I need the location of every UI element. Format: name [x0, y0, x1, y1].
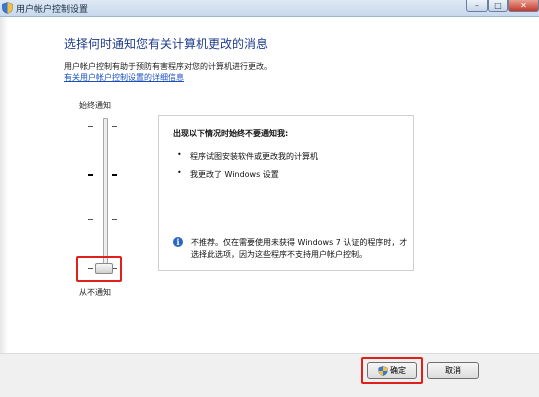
bullet-item: 我更改了 Windows 设置 [190, 170, 279, 179]
ok-highlight-box [361, 357, 423, 384]
cancel-button[interactable]: 取消 [427, 362, 479, 379]
warning-note: 不推荐。仅在需要使用未获得 Windows 7 认证的程序时，才选择此选项，因为… [191, 238, 408, 259]
slider-tick [88, 219, 93, 220]
uac-shield-icon [2, 2, 13, 14]
slider-top-label: 始终通知 [79, 101, 111, 110]
info-icon: i [173, 237, 183, 247]
level-description-panel: 出现以下情况时始终不要通知我: • 程序试图安装软件或更改我的计算机 • 我更改… [158, 115, 414, 271]
bullet-item: 程序试图安装软件或更改我的计算机 [190, 152, 318, 161]
bullet-dot: • [177, 168, 182, 177]
details-link[interactable]: 有关用户帐户控制设置的详细信息 [64, 72, 184, 83]
slider-highlight-box [76, 256, 122, 282]
panel-title: 出现以下情况时始终不要通知我: [173, 129, 289, 138]
slider-tick [112, 219, 117, 220]
minimize-icon: – [475, 1, 479, 10]
slider-tick [112, 174, 117, 176]
slider-bottom-label: 从不通知 [79, 288, 111, 297]
minimize-button[interactable]: – [466, 0, 488, 12]
page-heading: 选择何时通知您有关计算机更改的消息 [64, 37, 269, 51]
slider-tick [112, 126, 117, 127]
slider-track[interactable] [103, 118, 108, 268]
bullet-dot: • [177, 150, 182, 159]
title-bar: 用户帐户控制设置 – □ ✕ [0, 0, 539, 17]
left-edge-shadow [0, 17, 8, 353]
slider-tick [88, 174, 93, 176]
description-text: 用户帐户控制有助于预防有害程序对您的计算机进行更改。 [64, 62, 272, 71]
close-icon: ✕ [520, 1, 527, 10]
maximize-button[interactable]: □ [488, 0, 508, 12]
maximize-icon: □ [494, 1, 502, 10]
close-button[interactable]: ✕ [508, 0, 539, 12]
slider-tick [88, 126, 93, 127]
cancel-button-label: 取消 [445, 366, 461, 375]
window-title: 用户帐户控制设置 [16, 5, 89, 15]
